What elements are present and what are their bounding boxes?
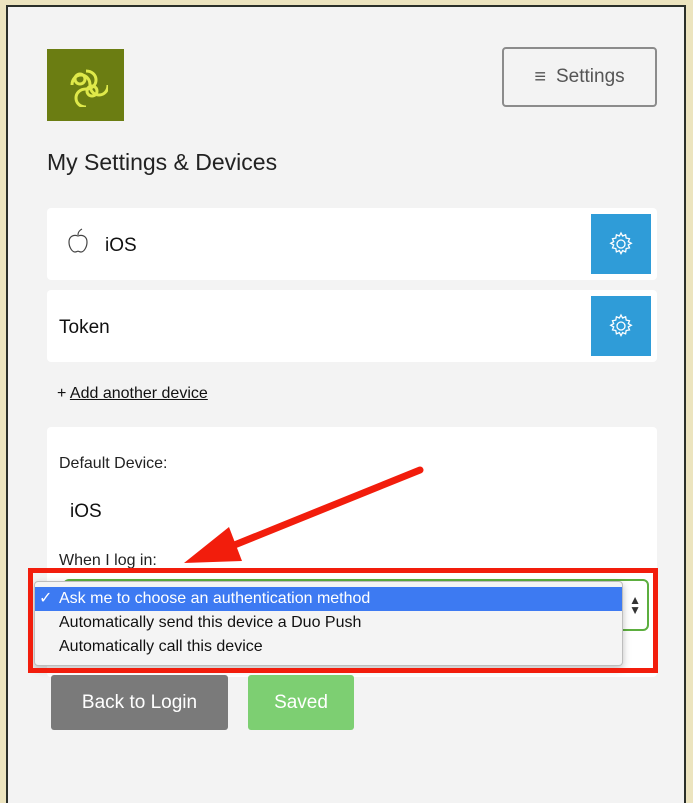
device-row-token: Token [47,290,657,362]
option-ask[interactable]: ✓ Ask me to choose an authentication met… [35,587,622,611]
add-device: + Add another device [57,385,208,403]
settings-menu-button[interactable]: ≡ Settings [502,47,657,107]
option-push[interactable]: Automatically send this device a Duo Pus… [35,611,622,635]
gear-icon [609,231,633,255]
add-device-link[interactable]: Add another device [70,385,208,402]
check-icon: ✓ [39,590,53,607]
add-device-prefix: + [57,385,67,402]
gear-icon [609,313,633,337]
menu-icon: ≡ [534,65,546,88]
option-label: Ask me to choose an authentication metho… [59,590,371,607]
option-call[interactable]: Automatically call this device [35,635,622,659]
saved-button[interactable]: Saved [248,675,354,730]
default-device-value: iOS [70,501,102,522]
default-device-label: Default Device: [59,455,168,472]
option-label: Automatically call this device [59,638,263,655]
when-log-in-label: When I log in: [59,552,157,569]
token-device-settings-button[interactable] [591,296,651,356]
ios-device-settings-button[interactable] [591,214,651,274]
select-arrows-icon: ▲ ▼ [629,593,641,617]
logo-mark-icon [70,69,108,107]
login-method-dropdown: ✓ Ask me to choose an authentication met… [34,581,623,666]
duo-logo [47,49,124,121]
device-label: iOS [105,235,137,256]
apple-icon [68,228,88,253]
option-label: Automatically send this device a Duo Pus… [59,614,362,631]
back-to-login-button[interactable]: Back to Login [51,675,228,730]
page-title: My Settings & Devices [47,149,278,175]
settings-button-label: Settings [556,66,625,87]
device-row-ios: iOS [47,208,657,280]
device-label: Token [59,317,110,338]
